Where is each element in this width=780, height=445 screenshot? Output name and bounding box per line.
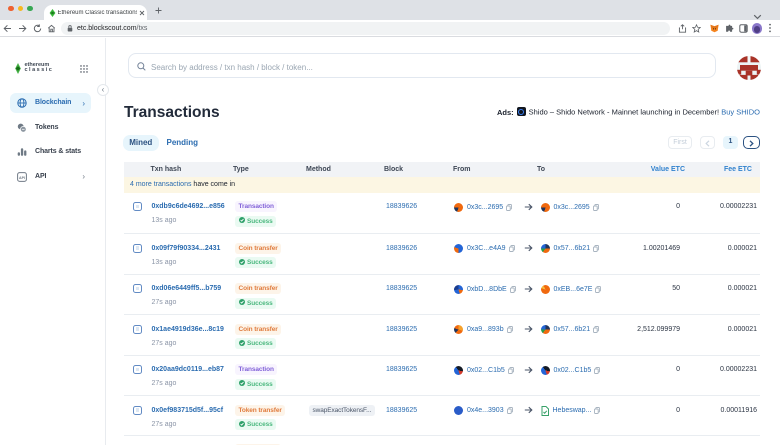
svg-text:API: API xyxy=(19,175,25,179)
